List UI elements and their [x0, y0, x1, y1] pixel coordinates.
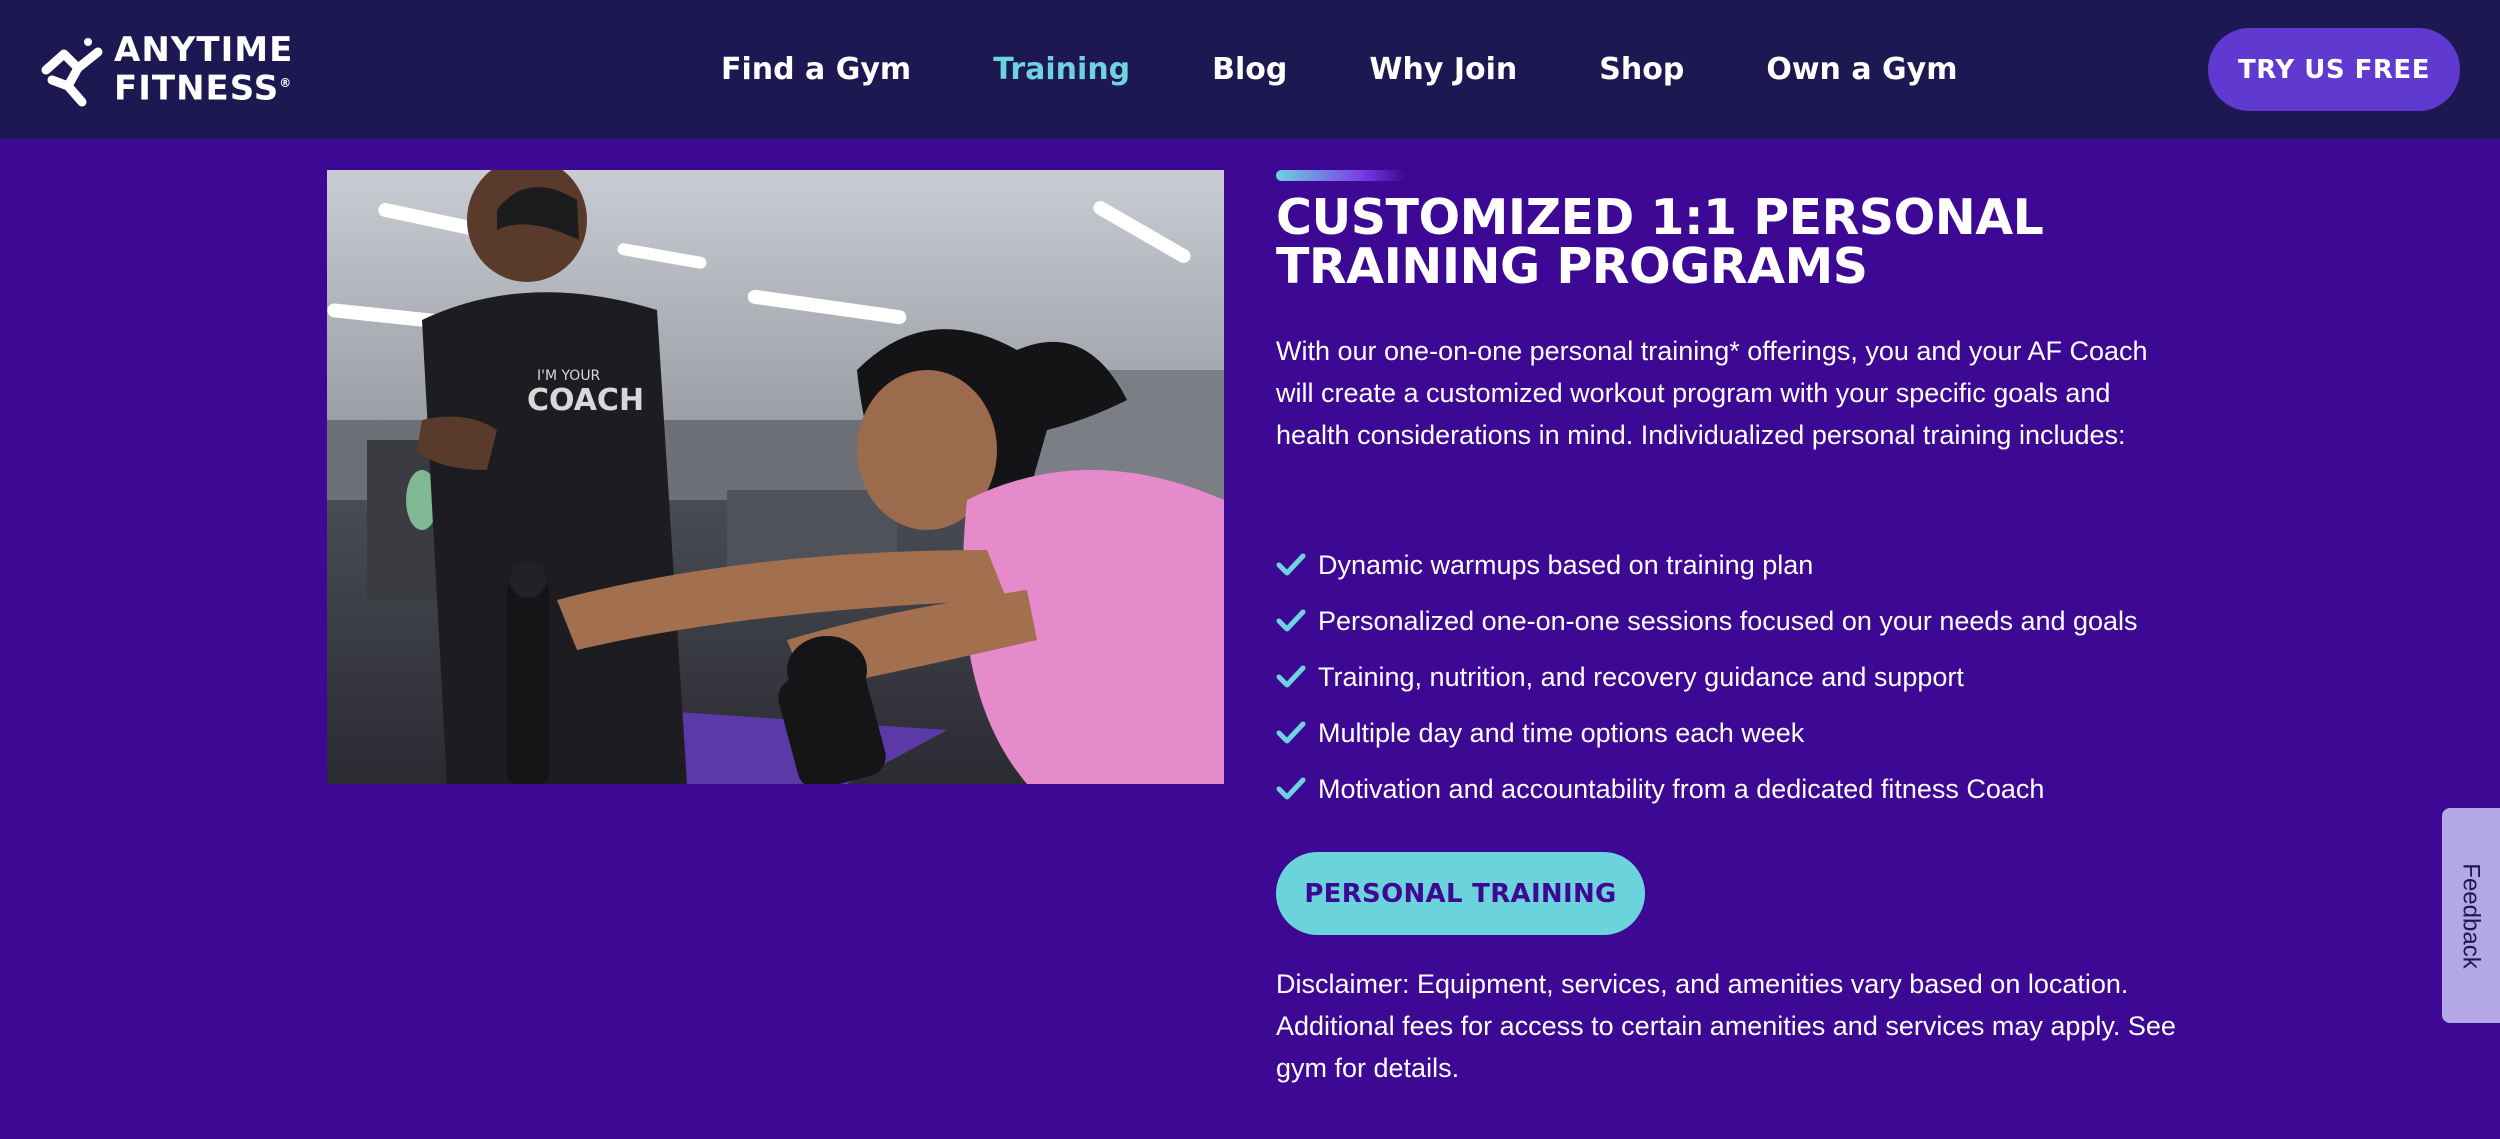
checkmark-icon: [1276, 718, 1306, 748]
feature-text: Motivation and accountability from a ded…: [1318, 773, 2045, 804]
list-item: Multiple day and time options each week: [1276, 705, 2276, 761]
personal-training-photo: I'M YOUR COACH: [327, 170, 1224, 784]
nav-blog[interactable]: Blog: [1212, 52, 1287, 87]
checkmark-icon: [1276, 606, 1306, 636]
checkmark-icon: [1276, 662, 1306, 692]
logo-wordmark: ANYTIME FITNESS®: [114, 33, 293, 105]
nav-shop[interactable]: Shop: [1599, 52, 1684, 87]
nav-training[interactable]: Training: [993, 52, 1130, 87]
feedback-tab[interactable]: Feedback: [2442, 808, 2500, 1023]
feature-text: Personalized one-on-one sessions focused…: [1318, 605, 2138, 636]
personal-training-button[interactable]: PERSONAL TRAINING: [1276, 852, 1645, 935]
shirt-print-coach: COACH: [527, 383, 644, 418]
registered-mark: ®: [279, 76, 293, 91]
nav-find-a-gym[interactable]: Find a Gym: [721, 52, 911, 87]
section-title-line-2: TRAINING PROGRAMS: [1276, 238, 1868, 295]
title-accent-bar: [1276, 170, 1406, 181]
section-title: CUSTOMIZED 1:1 PERSONAL TRAINING PROGRAM…: [1276, 193, 2176, 291]
site-header: ANYTIME FITNESS® Find a Gym Training Blo…: [0, 0, 2500, 139]
feature-text: Dynamic warmups based on training plan: [1318, 549, 1814, 580]
list-item: Dynamic warmups based on training plan: [1276, 537, 2276, 593]
list-item: Motivation and accountability from a ded…: [1276, 761, 2276, 817]
running-man-logo-icon: [41, 38, 103, 107]
checkmark-icon: [1276, 550, 1306, 580]
logo-line-2: FITNESS: [114, 68, 280, 109]
shirt-print-top: I'M YOUR: [537, 368, 601, 384]
list-item: Personalized one-on-one sessions focused…: [1276, 593, 2276, 649]
nav-own-a-gym[interactable]: Own a Gym: [1766, 52, 1957, 87]
nav-why-join[interactable]: Why Join: [1369, 52, 1517, 87]
feature-text: Training, nutrition, and recovery guidan…: [1318, 661, 1964, 692]
main-nav: Find a Gym Training Blog Why Join Shop O…: [680, 0, 1998, 139]
coach-training-member-illustration: I'M YOUR COACH: [327, 170, 1224, 784]
logo-line-1: ANYTIME: [114, 30, 294, 71]
feedback-label: Feedback: [2458, 862, 2485, 969]
checkmark-icon: [1276, 774, 1306, 804]
disclaimer-text: Disclaimer: Equipment, services, and ame…: [1276, 969, 2176, 1083]
feature-list: Dynamic warmups based on training plan P…: [1276, 537, 2276, 817]
feature-text: Multiple day and time options each week: [1318, 717, 1805, 748]
list-item: Training, nutrition, and recovery guidan…: [1276, 649, 2276, 705]
anytime-fitness-logo[interactable]: ANYTIME FITNESS®: [38, 30, 328, 110]
intro-paragraph: With our one-on-one personal training* o…: [1276, 336, 2148, 450]
try-us-free-button[interactable]: TRY US FREE: [2208, 28, 2460, 111]
